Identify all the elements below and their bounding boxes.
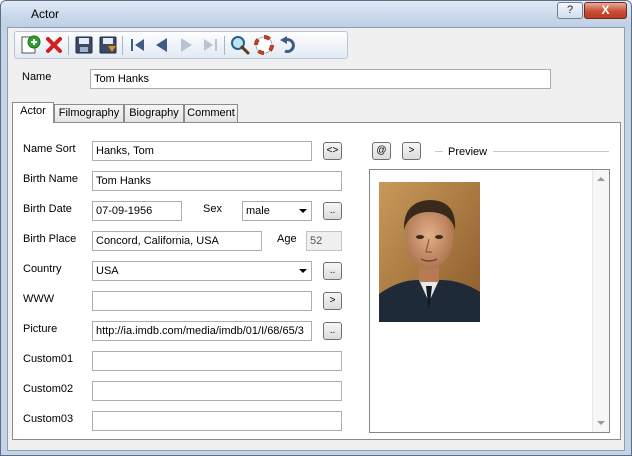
birth-name-field[interactable]: Tom Hanks <box>92 171 342 191</box>
dialog-client-area: Name Tom Hanks Actor Filmography Biograp… <box>7 27 625 451</box>
toolbar-separator <box>122 36 123 55</box>
undo-icon[interactable] <box>277 34 299 56</box>
country-select-value: USA <box>96 265 119 277</box>
preview-divider <box>493 151 609 154</box>
birth-date-label: Birth Date <box>23 203 72 215</box>
custom02-field[interactable] <box>92 381 342 401</box>
custom01-label: Custom01 <box>23 353 74 365</box>
custom02-label: Custom02 <box>23 383 74 395</box>
preview-scrollbar[interactable] <box>592 170 609 432</box>
age-field: 52 <box>306 231 342 251</box>
toolbar-separator <box>224 36 225 55</box>
name-sort-field[interactable]: Hanks, Tom <box>92 141 312 161</box>
name-label: Name <box>22 71 52 83</box>
birth-place-field[interactable]: Concord, California, USA <box>92 231 262 251</box>
birth-place-label: Birth Place <box>23 233 77 245</box>
custom03-label: Custom03 <box>23 413 74 425</box>
preview-divider <box>435 151 443 154</box>
tab-filmography[interactable]: Filmography <box>54 104 124 122</box>
first-record-icon[interactable] <box>127 34 149 56</box>
window-title: Actor <box>31 7 60 21</box>
preview-go-button[interactable]: > <box>402 142 421 160</box>
tab-actor[interactable]: Actor <box>12 102 54 123</box>
country-select[interactable]: USA <box>92 261 312 281</box>
scroll-down-icon[interactable] <box>597 421 605 425</box>
preview-label: Preview <box>448 146 488 158</box>
chevron-down-icon <box>299 269 307 273</box>
sex-select-value: male <box>246 205 270 217</box>
delete-icon[interactable] <box>43 34 65 56</box>
preview-at-button[interactable]: @ <box>372 142 391 160</box>
picture-label: Picture <box>23 323 58 335</box>
tab-biography[interactable]: Biography <box>124 104 184 122</box>
custom03-field[interactable] <box>92 411 342 431</box>
name-sort-swap-button[interactable]: <> <box>323 142 342 160</box>
help-lifebuoy-icon[interactable] <box>253 34 275 56</box>
birth-name-label: Birth Name <box>23 173 79 185</box>
previous-record-icon[interactable] <box>151 34 173 56</box>
www-label: WWW <box>23 293 55 305</box>
custom01-field[interactable] <box>92 351 342 371</box>
toolbar <box>14 31 348 59</box>
name-field[interactable]: Tom Hanks <box>90 69 551 89</box>
sex-browse-button[interactable]: .. <box>323 202 342 220</box>
country-label: Country <box>23 263 62 275</box>
www-field[interactable] <box>92 291 312 311</box>
save-icon[interactable] <box>73 34 95 56</box>
actor-tab-panel: Name Sort Hanks, Tom <> Birth Name Tom H… <box>12 122 621 440</box>
save-as-icon[interactable] <box>97 34 119 56</box>
actor-window: Actor ? X Name Tom Hanks Actor Filmograp… <box>0 0 632 456</box>
toolbar-separator <box>68 36 69 55</box>
www-open-button[interactable]: > <box>323 292 342 310</box>
picture-field[interactable]: http://ia.imdb.com/media/imdb/01/I/68/65… <box>92 321 312 341</box>
chevron-down-icon <box>299 209 307 213</box>
last-record-icon[interactable] <box>199 34 221 56</box>
help-button[interactable]: ? <box>557 2 583 19</box>
age-label: Age <box>277 233 297 245</box>
next-record-icon[interactable] <box>175 34 197 56</box>
sex-label: Sex <box>203 203 222 215</box>
name-sort-label: Name Sort <box>23 143 76 155</box>
preview-box[interactable] <box>369 169 610 433</box>
title-bar[interactable]: Actor ? X <box>1 1 631 27</box>
close-button[interactable]: X <box>584 2 627 19</box>
scroll-up-icon[interactable] <box>597 177 605 181</box>
picture-browse-button[interactable]: .. <box>323 322 342 340</box>
tab-comment[interactable]: Comment <box>184 104 238 122</box>
sex-select[interactable]: male <box>242 201 312 221</box>
add-icon[interactable] <box>19 34 41 56</box>
birth-date-field[interactable]: 07-09-1956 <box>92 201 182 221</box>
actor-photo <box>379 182 480 322</box>
search-icon[interactable] <box>229 34 251 56</box>
country-browse-button[interactable]: .. <box>323 262 342 280</box>
